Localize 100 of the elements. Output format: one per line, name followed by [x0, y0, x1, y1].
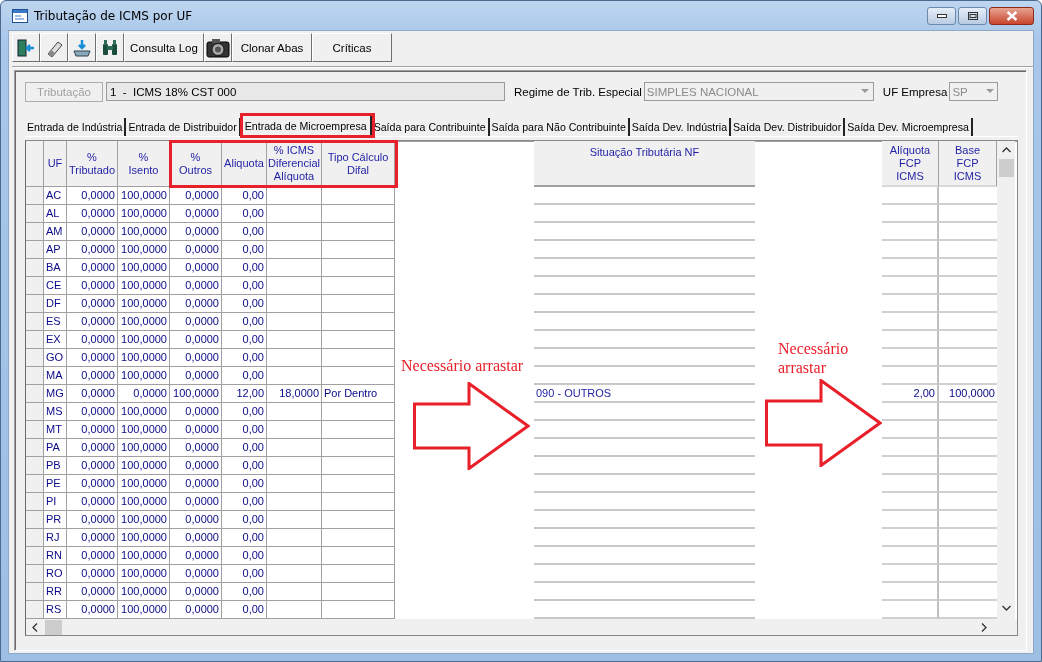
- table-cell[interactable]: 0,00: [222, 493, 267, 511]
- table-cell[interactable]: [267, 583, 322, 601]
- table-cell[interactable]: [882, 367, 939, 385]
- minimize-icon[interactable]: [936, 14, 947, 18]
- table-cell[interactable]: 0,0000: [170, 313, 222, 331]
- table-cell[interactable]: 100,0000: [118, 421, 170, 439]
- table-cell[interactable]: [267, 511, 322, 529]
- table-cell[interactable]: 0,00: [222, 583, 267, 601]
- table-cell[interactable]: [322, 457, 395, 475]
- table-cell[interactable]: [882, 277, 939, 295]
- horizontal-scrollbar[interactable]: [26, 619, 1017, 635]
- tab[interactable]: Saída Dev. Indústria: [629, 118, 732, 136]
- table-cell[interactable]: 0,0000: [170, 565, 222, 583]
- table-cell[interactable]: 0,0000: [67, 439, 118, 457]
- table-cell[interactable]: 100,0000: [118, 457, 170, 475]
- table-cell[interactable]: 100,0000: [118, 403, 170, 421]
- tab[interactable]: Saída para Não Contribuinte: [489, 118, 630, 136]
- row-header-cell[interactable]: [26, 259, 44, 277]
- row-header-cell[interactable]: [26, 565, 44, 583]
- table-cell[interactable]: [882, 295, 939, 313]
- table-cell[interactable]: 100,0000: [118, 493, 170, 511]
- table-cell[interactable]: 0,0000: [67, 385, 118, 403]
- scroll-up-icon[interactable]: [1001, 147, 1011, 153]
- table-cell[interactable]: [267, 259, 322, 277]
- row-header-cell[interactable]: [26, 547, 44, 565]
- table-cell[interactable]: 100,0000: [118, 529, 170, 547]
- table-cell[interactable]: 0,00: [222, 259, 267, 277]
- table-cell[interactable]: Por Dentro: [322, 385, 395, 403]
- table-cell[interactable]: 0,0000: [170, 457, 222, 475]
- column-header[interactable]: Aliquota: [222, 141, 267, 187]
- table-cell[interactable]: 0,0000: [67, 403, 118, 421]
- table-cell[interactable]: [267, 403, 322, 421]
- table-cell[interactable]: 0,00: [222, 349, 267, 367]
- table-cell[interactable]: 0,00: [222, 529, 267, 547]
- table-cell[interactable]: AL: [44, 205, 67, 223]
- table-cell[interactable]: 0,00: [222, 439, 267, 457]
- table-cell[interactable]: 2,00: [882, 385, 939, 403]
- table-cell[interactable]: 100,0000: [118, 565, 170, 583]
- table-cell[interactable]: 0,0000: [118, 385, 170, 403]
- table-cell[interactable]: 0,00: [222, 223, 267, 241]
- column-header[interactable]: Situação Tributária NF: [534, 141, 755, 187]
- table-cell[interactable]: [267, 313, 322, 331]
- toolbar-button[interactable]: Críticas: [312, 33, 392, 62]
- row-header-cell[interactable]: [26, 529, 44, 547]
- table-cell[interactable]: [322, 331, 395, 349]
- table-cell[interactable]: 0,0000: [170, 277, 222, 295]
- column-header[interactable]: % Tributado: [67, 141, 118, 187]
- scroll-thumb[interactable]: [998, 159, 1014, 177]
- table-cell[interactable]: DF: [44, 295, 67, 313]
- table-cell[interactable]: [267, 547, 322, 565]
- table-cell[interactable]: [882, 421, 939, 439]
- table-cell[interactable]: 0,0000: [170, 529, 222, 547]
- column-header[interactable]: Tipo Cálculo Difal: [322, 141, 395, 187]
- table-cell[interactable]: 0,00: [222, 295, 267, 313]
- table-cell[interactable]: 0,00: [222, 403, 267, 421]
- scroll-left-icon[interactable]: [32, 622, 38, 632]
- row-header-cell[interactable]: [26, 439, 44, 457]
- table-cell[interactable]: [882, 187, 939, 205]
- row-header-cell[interactable]: [26, 385, 44, 403]
- column-header[interactable]: Base FCP ICMS: [939, 141, 997, 187]
- table-cell[interactable]: [882, 547, 939, 565]
- table-cell[interactable]: 0,0000: [67, 349, 118, 367]
- table-cell[interactable]: 0,0000: [67, 223, 118, 241]
- row-header-cell[interactable]: [26, 367, 44, 385]
- table-cell[interactable]: 100,0000: [118, 331, 170, 349]
- row-header-cell[interactable]: [26, 475, 44, 493]
- toolbar-button[interactable]: [96, 33, 124, 62]
- table-cell[interactable]: 0,0000: [170, 241, 222, 259]
- column-header[interactable]: Alíquota FCP ICMS: [882, 141, 939, 187]
- table-cell[interactable]: 100,0000: [118, 277, 170, 295]
- toolbar-button[interactable]: Consulta Log: [124, 33, 204, 62]
- table-cell[interactable]: [267, 277, 322, 295]
- table-cell[interactable]: 0,0000: [67, 367, 118, 385]
- tab[interactable]: Entrada de Indústria: [25, 118, 127, 136]
- table-cell[interactable]: 100,0000: [118, 439, 170, 457]
- row-header-cell[interactable]: [26, 205, 44, 223]
- row-header-cell[interactable]: [26, 223, 44, 241]
- table-cell[interactable]: [882, 511, 939, 529]
- table-cell[interactable]: MA: [44, 367, 67, 385]
- table-cell[interactable]: 0,0000: [170, 511, 222, 529]
- scroll-down-icon[interactable]: [1001, 605, 1011, 611]
- toolbar-button[interactable]: [204, 33, 232, 62]
- table-cell[interactable]: 0,00: [222, 421, 267, 439]
- table-cell[interactable]: [882, 205, 939, 223]
- table-cell[interactable]: 100,0000: [118, 511, 170, 529]
- table-cell[interactable]: 0,0000: [170, 295, 222, 313]
- table-cell[interactable]: AP: [44, 241, 67, 259]
- scroll-thumb[interactable]: [45, 619, 62, 635]
- close-icon[interactable]: [1005, 11, 1018, 21]
- table-cell[interactable]: 0,0000: [67, 511, 118, 529]
- table-cell[interactable]: [267, 565, 322, 583]
- table-cell[interactable]: AM: [44, 223, 67, 241]
- table-cell[interactable]: 090 - OUTROS: [534, 385, 755, 403]
- table-cell[interactable]: 0,00: [222, 187, 267, 205]
- maximize-button[interactable]: [958, 7, 987, 25]
- table-cell[interactable]: 0,0000: [67, 421, 118, 439]
- table-cell[interactable]: AC: [44, 187, 67, 205]
- table-cell[interactable]: MS: [44, 403, 67, 421]
- tab[interactable]: Entrada de Distribuidor: [126, 118, 241, 136]
- tributacao-field[interactable]: 1 - ICMS 18% CST 000: [106, 82, 505, 101]
